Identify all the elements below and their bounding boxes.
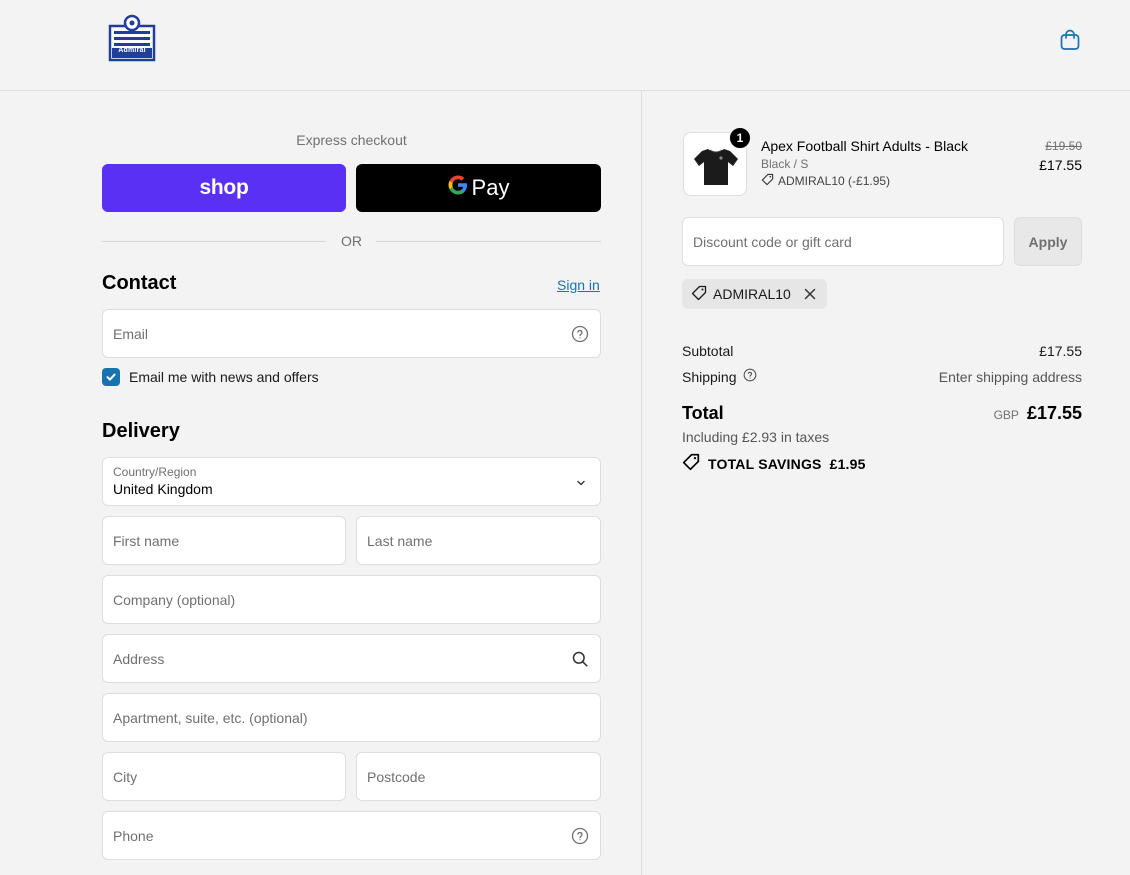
email-placeholder: Email	[113, 325, 149, 342]
apartment-placeholder: Apartment, suite, etc. (optional)	[113, 709, 308, 726]
country-value: United Kingdom	[113, 481, 213, 497]
delivery-title: Delivery	[102, 420, 180, 442]
postcode-placeholder: Postcode	[367, 768, 426, 785]
order-summary: 1 Apex Football Shirt Adults - Black Bla…	[642, 91, 1130, 875]
phone-placeholder: Phone	[113, 827, 154, 844]
product-variant: Black / S	[761, 157, 809, 171]
last-name-field[interactable]: Last name	[356, 516, 601, 565]
applied-discount-chip: ADMIRAL10	[682, 279, 827, 309]
original-price: £19.50	[1045, 139, 1082, 153]
shop-pay-button[interactable]: shop	[102, 164, 346, 212]
total-label: Total	[682, 403, 724, 423]
tag-icon	[691, 285, 707, 304]
address-placeholder: Address	[113, 650, 165, 667]
currency-code: GBP	[993, 408, 1019, 422]
checkout-form: Express checkout shop Pay OR Contact Sig…	[0, 91, 642, 875]
tag-icon	[682, 453, 700, 474]
discount-placeholder: Discount code or gift card	[693, 233, 852, 250]
discounted-price: £17.55	[1039, 157, 1082, 173]
email-field[interactable]: Email	[102, 309, 601, 358]
last-name-placeholder: Last name	[367, 532, 433, 549]
express-checkout-title: Express checkout	[296, 132, 407, 148]
country-label: Country/Region	[113, 465, 197, 479]
product-name: Apex Football Shirt Adults - Black	[761, 138, 968, 154]
total-savings: TOTAL SAVINGS £1.95	[682, 453, 866, 474]
remove-discount-icon[interactable]	[803, 287, 817, 301]
first-name-placeholder: First name	[113, 532, 180, 549]
savings-label: TOTAL SAVINGS	[708, 455, 822, 472]
subtotal-row: Subtotal £17.55	[682, 343, 1082, 359]
shipping-value: Enter shipping address	[938, 368, 1082, 385]
postcode-field[interactable]: Postcode	[356, 752, 601, 801]
city-placeholder: City	[113, 768, 138, 785]
help-icon[interactable]	[743, 368, 757, 385]
company-field[interactable]: Company (optional)	[102, 575, 601, 624]
help-icon[interactable]	[571, 827, 589, 845]
taxes-row: Including £2.93 in taxes	[682, 429, 1082, 445]
subtotal-value: £17.55	[1039, 343, 1082, 359]
country-select[interactable]: Country/Region United Kingdom	[102, 457, 601, 506]
company-placeholder: Company (optional)	[113, 591, 236, 608]
taxes-note: Including £2.93 in taxes	[682, 429, 830, 445]
or-divider: OR	[102, 232, 601, 250]
logo-text: Admiral	[118, 47, 146, 54]
phone-field[interactable]: Phone	[102, 811, 601, 860]
shipping-label: Shipping	[682, 368, 737, 385]
contact-title: Contact	[102, 272, 177, 294]
city-field[interactable]: City	[102, 752, 346, 801]
shipping-row: Shipping Enter shipping address	[682, 368, 1082, 385]
product-discount-label: ADMIRAL10 (-£1.95)	[778, 174, 891, 188]
news-offers-checkbox[interactable]	[102, 368, 120, 386]
apply-button[interactable]: Apply	[1014, 217, 1082, 266]
savings-value: £1.95	[829, 455, 866, 472]
google-pay-button[interactable]: Pay	[356, 164, 601, 212]
news-offers-label: Email me with news and offers	[129, 369, 319, 385]
quantity-badge: 1	[729, 127, 751, 149]
total-amount: £17.55	[1026, 403, 1082, 423]
tag-icon	[761, 173, 774, 189]
address-field[interactable]: Address	[102, 634, 601, 683]
divider-line	[376, 241, 601, 242]
admiral-logo[interactable]: Admiral	[108, 14, 156, 62]
shipping-label-group: Shipping	[682, 368, 757, 385]
subtotal-label: Subtotal	[682, 343, 734, 359]
news-offers-checkbox-row[interactable]: Email me with news and offers	[102, 367, 319, 387]
total-row: Total GBP £17.55	[682, 403, 1082, 424]
first-name-field[interactable]: First name	[102, 516, 346, 565]
shop-pay-label: shop	[199, 176, 249, 199]
total-amount-group: GBP £17.55	[994, 403, 1082, 424]
google-g-icon	[448, 175, 468, 201]
sign-in-link[interactable]: Sign in	[557, 277, 600, 293]
applied-code: ADMIRAL10	[713, 286, 791, 302]
product-discount: ADMIRAL10 (-£1.95)	[761, 173, 890, 189]
help-icon[interactable]	[571, 325, 589, 343]
search-icon[interactable]	[571, 650, 589, 668]
discount-code-input[interactable]: Discount code or gift card	[682, 217, 1004, 266]
shopping-bag-icon[interactable]	[1058, 28, 1082, 52]
google-pay-label: Pay	[471, 175, 510, 200]
chevron-down-icon	[575, 476, 587, 488]
header: Admiral	[0, 0, 1130, 91]
apartment-field[interactable]: Apartment, suite, etc. (optional)	[102, 693, 601, 742]
